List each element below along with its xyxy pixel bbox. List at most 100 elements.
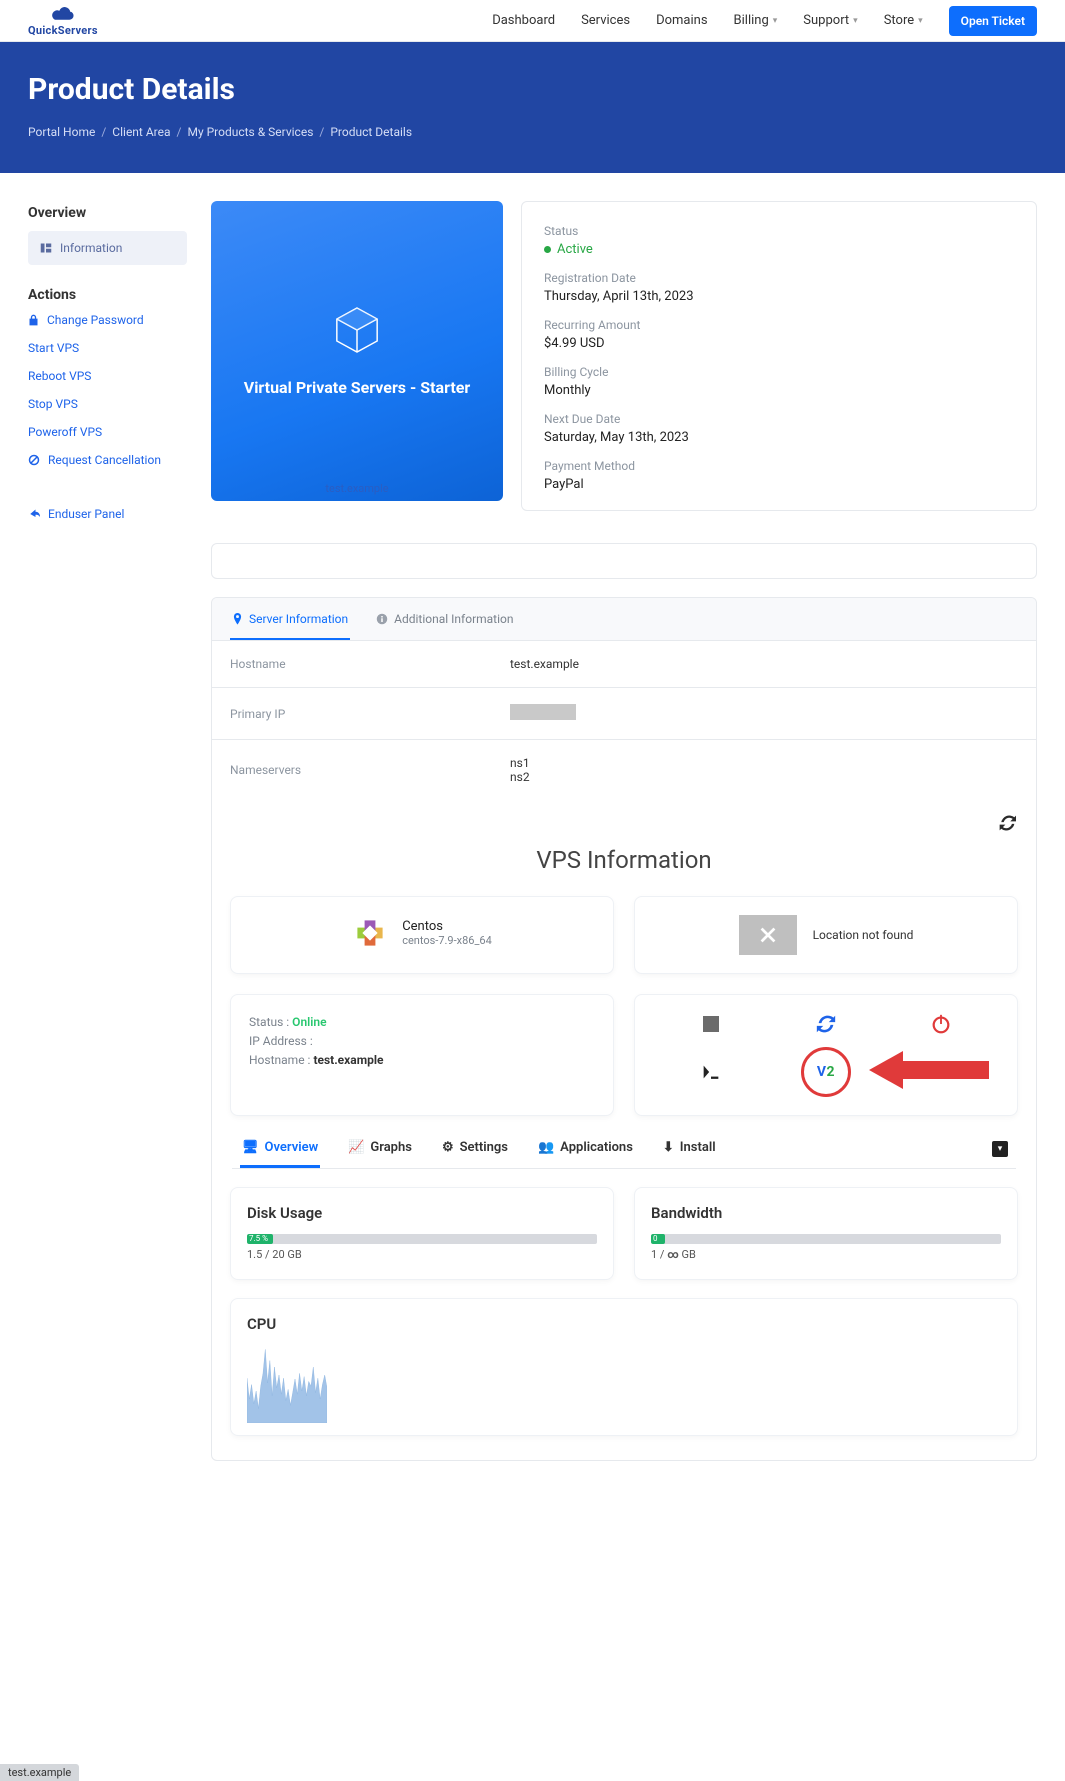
crumb-portal-home[interactable]: Portal Home — [28, 125, 95, 139]
columns-icon — [40, 242, 52, 254]
sidebar-item-label: Reboot VPS — [28, 369, 91, 383]
bandwidth-card: Bandwidth 0 % 1 / ∞ GB — [634, 1187, 1018, 1280]
sidebar-item-label: Enduser Panel — [48, 507, 124, 521]
reg-date-value: Thursday, April 13th, 2023 — [544, 289, 1014, 304]
sidebar-item-change-password[interactable]: Change Password — [28, 313, 187, 327]
sidebar-overview-title: Overview — [28, 205, 187, 221]
breadcrumb: Portal Home/ Client Area/ My Products & … — [28, 125, 1037, 139]
tab-more-menu[interactable]: ▾ — [992, 1141, 1008, 1157]
location-text: Location not found — [813, 928, 914, 942]
sidebar-item-label: Information — [60, 241, 122, 255]
chevron-down-icon: ▾ — [918, 16, 923, 26]
hostname-k: Hostname : — [249, 1053, 313, 1067]
row-primary-ip: Primary IP — [212, 688, 1036, 740]
sidebar-item-poweroff-vps[interactable]: Poweroff VPS — [28, 425, 187, 439]
sidebar-item-label: Start VPS — [28, 341, 79, 355]
info-icon — [376, 613, 388, 625]
sidebar-item-request-cancellation[interactable]: Request Cancellation — [28, 453, 187, 467]
open-ticket-button[interactable]: Open Ticket — [949, 6, 1037, 36]
empty-card — [211, 543, 1037, 579]
tab-overview[interactable]: 🖥 Overview — [240, 1140, 320, 1168]
sidebar-item-enduser-panel[interactable]: Enduser Panel — [28, 507, 187, 521]
crumb-client-area[interactable]: Client Area — [112, 125, 170, 139]
due-value: Saturday, May 13th, 2023 — [544, 430, 1014, 445]
disk-meta: 1.5 / 20 GB — [247, 1248, 597, 1261]
disk-usage-card: Disk Usage 7.5 % 1.5 / 20 GB — [230, 1187, 614, 1280]
tab-graphs[interactable]: 📈Graphs — [346, 1140, 414, 1168]
tab-label: Settings — [460, 1140, 508, 1155]
product-title: Virtual Private Servers - Starter — [244, 378, 471, 397]
stop-icon[interactable] — [703, 1016, 719, 1032]
card-title: CPU — [247, 1315, 1001, 1333]
nav-domains[interactable]: Domains — [656, 13, 707, 28]
tab-server-information[interactable]: Server Information — [230, 612, 350, 640]
cycle-value: Monthly — [544, 383, 1014, 398]
hostname-v: test.example — [313, 1053, 383, 1067]
nav-services[interactable]: Services — [581, 13, 630, 28]
centos-icon — [352, 915, 388, 951]
sidebar-item-start-vps[interactable]: Start VPS — [28, 341, 187, 355]
arrow-callout-icon — [869, 1047, 989, 1097]
product-hero-card: Virtual Private Servers - Starter test.e… — [211, 201, 503, 501]
sidebar-item-reboot-vps[interactable]: Reboot VPS — [28, 369, 187, 383]
overview-tabs: 🖥 Overview 📈Graphs ⚙Settings 👥Application… — [232, 1140, 1016, 1169]
vnc-button[interactable]: V2 — [801, 1047, 851, 1097]
product-footer: test.example — [211, 482, 503, 495]
row-value — [510, 704, 1018, 723]
terminal-icon[interactable] — [700, 1061, 722, 1083]
brand[interactable]: QuickServers — [28, 5, 98, 37]
status-dot-icon — [544, 246, 551, 253]
redacted-ip — [510, 704, 576, 720]
restart-icon[interactable] — [815, 1013, 837, 1035]
sidebar-item-label: Poweroff VPS — [28, 425, 102, 439]
bw-meta: 1 / ∞ GB — [651, 1248, 1001, 1261]
power-icon[interactable] — [930, 1013, 952, 1035]
footer-tab[interactable]: test.example — [0, 1764, 79, 1781]
ip-line: IP Address : — [249, 1032, 595, 1051]
vps-block: VPS Information — [212, 800, 1036, 1460]
disk-total: 20 GB — [272, 1248, 301, 1261]
nav-label: Support — [803, 13, 849, 28]
nav-label: Billing — [734, 13, 769, 28]
reg-date-label: Registration Date — [544, 271, 1014, 285]
sidebar-item-information[interactable]: Information — [28, 231, 187, 265]
nav-billing[interactable]: Billing ▾ — [734, 13, 778, 28]
bw-unit: GB — [681, 1248, 695, 1261]
nav-label: Domains — [656, 13, 707, 28]
tab-install[interactable]: ⬇Install — [661, 1140, 718, 1168]
row-nameservers: Nameservers ns1 ns2 — [212, 740, 1036, 800]
nav-store[interactable]: Store▾ — [884, 13, 923, 28]
row-value: ns1 ns2 — [510, 756, 1018, 784]
cpu-chart — [247, 1343, 327, 1423]
payment-label: Payment Method — [544, 459, 1014, 473]
panel-tabs: Server Information Additional Informatio… — [212, 598, 1036, 641]
tab-settings[interactable]: ⚙Settings — [440, 1140, 510, 1168]
cycle-label: Billing Cycle — [544, 365, 1014, 379]
row-key: Hostname — [230, 657, 510, 671]
brand-name: QuickServers — [28, 24, 98, 37]
nav-dashboard[interactable]: Dashboard — [492, 13, 555, 28]
monitor-icon: 🖥 — [242, 1140, 259, 1155]
tab-additional-information[interactable]: Additional Information — [374, 612, 515, 640]
nav-support[interactable]: Support▾ — [803, 13, 857, 28]
breadcrumb-sep: / — [319, 125, 324, 139]
row-key: Nameservers — [230, 763, 510, 777]
chevron-down-icon: ▾ — [773, 16, 778, 26]
status-line: Status : Online — [249, 1013, 595, 1032]
bw-used: 1 — [651, 1248, 657, 1261]
nav-label: Services — [581, 13, 630, 28]
status-label: Status — [544, 224, 1014, 238]
crumb-my-products[interactable]: My Products & Services — [187, 125, 313, 139]
server-panel: Server Information Additional Informatio… — [211, 597, 1037, 1461]
status-k: Status : — [249, 1015, 292, 1029]
tab-applications[interactable]: 👥Applications — [536, 1140, 635, 1168]
vps-os-card: Centos centos-7.9-x86_64 — [230, 896, 614, 974]
vps-status-card: Status : Online IP Address : Hostname : … — [230, 994, 614, 1116]
refresh-icon[interactable] — [998, 814, 1018, 832]
tab-label: Overview — [265, 1140, 319, 1155]
chart-icon: 📈 — [348, 1140, 364, 1155]
tab-label: Install — [680, 1140, 716, 1155]
sidebar-item-stop-vps[interactable]: Stop VPS — [28, 397, 187, 411]
disk-used: 1.5 — [247, 1248, 262, 1261]
disk-progress: 7.5 % — [247, 1234, 597, 1244]
